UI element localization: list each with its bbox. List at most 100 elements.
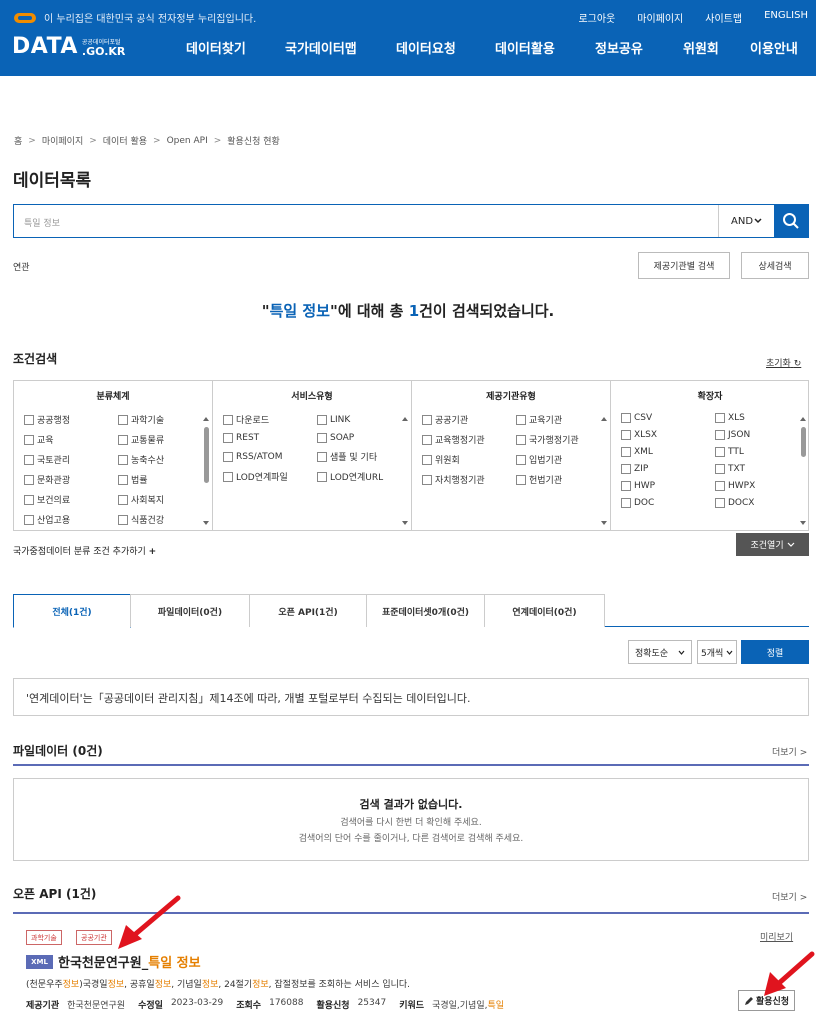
checkbox-item[interactable]: 헌법기관: [516, 473, 610, 486]
checkbox-item[interactable]: 공공기관: [422, 413, 516, 426]
sort-order-select[interactable]: 정확도순: [628, 640, 692, 664]
checkbox[interactable]: [621, 498, 631, 508]
checkbox[interactable]: [516, 454, 526, 465]
checkbox[interactable]: [317, 433, 327, 443]
mypage-link[interactable]: 마이페이지: [637, 10, 683, 25]
preview-link[interactable]: 미리보기: [760, 930, 793, 943]
checkbox[interactable]: [621, 464, 631, 474]
checkbox[interactable]: [24, 454, 34, 465]
checkbox[interactable]: [24, 414, 34, 425]
breadcrumb-data-use[interactable]: 데이터 활용: [103, 134, 147, 147]
checkbox-item[interactable]: DOCX: [715, 498, 809, 508]
checkbox-item[interactable]: TTL: [715, 447, 809, 457]
checkbox-item[interactable]: XLS: [715, 413, 809, 423]
nav-item-data-use[interactable]: 데이터활용: [495, 38, 555, 57]
checkbox-item[interactable]: 사회복지: [118, 493, 212, 506]
sitemap-link[interactable]: 사이트맵: [705, 10, 742, 25]
breadcrumb-openapi[interactable]: Open API: [167, 136, 208, 146]
checkbox-item[interactable]: XML: [621, 447, 715, 457]
api-title[interactable]: XML 한국천문연구원_ 특일 정보: [26, 952, 201, 971]
checkbox-item[interactable]: REST: [223, 433, 317, 443]
scrollbar[interactable]: [202, 417, 210, 527]
logout-link[interactable]: 로그아웃: [578, 10, 615, 25]
checkbox-item[interactable]: 입법기관: [516, 453, 610, 466]
checkbox-item[interactable]: 샘플 및 기타: [317, 450, 411, 463]
checkbox[interactable]: [118, 414, 128, 425]
checkbox[interactable]: [223, 451, 233, 462]
sort-button[interactable]: 정렬: [741, 640, 809, 664]
checkbox[interactable]: [223, 433, 233, 443]
nav-item-committee[interactable]: 위원회: [683, 38, 719, 57]
checkbox[interactable]: [715, 430, 725, 440]
tab-open-api[interactable]: 오픈 API(1건): [249, 594, 367, 627]
checkbox-item[interactable]: 위원회: [422, 453, 516, 466]
checkbox-item[interactable]: 농축수산: [118, 453, 212, 466]
checkbox[interactable]: [516, 434, 526, 445]
checkbox[interactable]: [621, 481, 631, 491]
reset-button[interactable]: 초기화 ↻: [766, 356, 801, 369]
checkbox-item[interactable]: 보건의료: [24, 493, 118, 506]
checkbox-item[interactable]: 공공행정: [24, 413, 118, 426]
open-api-more-link[interactable]: 더보기 >: [772, 890, 807, 903]
checkbox[interactable]: [422, 454, 432, 465]
checkbox[interactable]: [24, 434, 34, 445]
tab-standard-dataset[interactable]: 표준데이터셋0개(0건): [366, 594, 485, 627]
checkbox-item[interactable]: DOC: [621, 498, 715, 508]
open-conditions-button[interactable]: 조건열기: [736, 533, 809, 556]
checkbox[interactable]: [118, 454, 128, 465]
checkbox-item[interactable]: 교육: [24, 433, 118, 446]
checkbox-item[interactable]: SOAP: [317, 433, 411, 443]
checkbox[interactable]: [422, 434, 432, 445]
checkbox-item[interactable]: 자치행정기관: [422, 473, 516, 486]
detail-search-button[interactable]: 상세검색: [741, 252, 809, 279]
checkbox[interactable]: [621, 413, 631, 423]
checkbox[interactable]: [621, 430, 631, 440]
checkbox-item[interactable]: RSS/ATOM: [223, 450, 317, 463]
checkbox[interactable]: [422, 414, 432, 425]
checkbox-item[interactable]: HWPX: [715, 481, 809, 491]
checkbox[interactable]: [24, 514, 34, 525]
checkbox[interactable]: [715, 464, 725, 474]
checkbox[interactable]: [118, 434, 128, 445]
checkbox-item[interactable]: JSON: [715, 430, 809, 440]
checkbox[interactable]: [715, 498, 725, 508]
checkbox[interactable]: [317, 451, 327, 462]
checkbox-item[interactable]: 다운로드: [223, 413, 317, 426]
add-key-data-condition-link[interactable]: 국가중점데이터 분류 조건 추가하기 +: [13, 544, 156, 557]
checkbox[interactable]: [317, 471, 327, 482]
checkbox-item[interactable]: ZIP: [621, 464, 715, 474]
checkbox-item[interactable]: 과학기술: [118, 413, 212, 426]
checkbox-item[interactable]: 산업고용: [24, 513, 118, 526]
page-size-select[interactable]: 5개씩: [697, 640, 737, 664]
nav-item-find-data[interactable]: 데이터찾기: [186, 38, 246, 57]
checkbox[interactable]: [24, 494, 34, 505]
checkbox[interactable]: [118, 514, 128, 525]
english-link[interactable]: ENGLISH: [764, 10, 808, 25]
tab-linked-data[interactable]: 연계데이터(0건): [484, 594, 605, 627]
checkbox-item[interactable]: 교육기관: [516, 413, 610, 426]
checkbox[interactable]: [715, 413, 725, 423]
checkbox-item[interactable]: CSV: [621, 413, 715, 423]
checkbox-item[interactable]: 교통물류: [118, 433, 212, 446]
operator-select[interactable]: AND: [718, 205, 774, 237]
tab-all[interactable]: 전체(1건): [13, 594, 131, 628]
checkbox[interactable]: [621, 447, 631, 457]
checkbox-item[interactable]: 국가행정기관: [516, 433, 610, 446]
checkbox[interactable]: [715, 481, 725, 491]
checkbox-item[interactable]: 문화관광: [24, 473, 118, 486]
checkbox-item[interactable]: LOD연계파일: [223, 470, 317, 483]
scrollbar[interactable]: [600, 417, 608, 527]
checkbox[interactable]: [516, 414, 526, 425]
checkbox[interactable]: [223, 471, 233, 482]
nav-item-guide[interactable]: 이용안내: [750, 38, 798, 57]
checkbox-item[interactable]: 식품건강: [118, 513, 212, 526]
checkbox-item[interactable]: XLSX: [621, 430, 715, 440]
checkbox-item[interactable]: LINK: [317, 413, 411, 426]
nav-item-data-request[interactable]: 데이터요청: [396, 38, 456, 57]
checkbox[interactable]: [118, 494, 128, 505]
checkbox[interactable]: [516, 474, 526, 485]
nav-item-data-map[interactable]: 국가데이터맵: [285, 38, 357, 57]
checkbox[interactable]: [715, 447, 725, 457]
breadcrumb-mypage[interactable]: 마이페이지: [42, 134, 83, 147]
search-input[interactable]: 특일 정보: [14, 205, 718, 237]
